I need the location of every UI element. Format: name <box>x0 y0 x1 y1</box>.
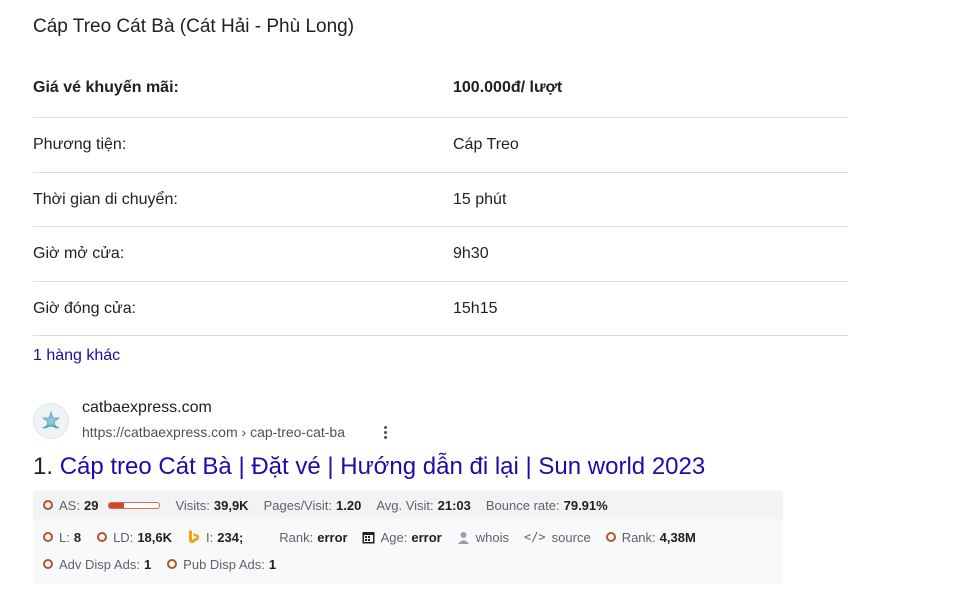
semrush-icon <box>43 532 53 542</box>
seo-row-links: L: 8 LD: 18,6K I: 234; Rank: error Age: error <box>33 523 783 551</box>
result-title: 1. Cáp treo Cát Bà | Đặt vé | Hướng dẫn … <box>33 453 705 481</box>
ld-label: LD: <box>113 529 134 545</box>
semrush-icon <box>43 500 53 510</box>
authority-score[interactable]: AS: 29 <box>43 497 161 513</box>
links-metric[interactable]: L: 8 <box>43 530 81 545</box>
ppv-value: 1.20 <box>336 497 362 513</box>
ld-value: 18,6K <box>137 529 173 545</box>
row-key: Giờ đóng cửa: <box>33 299 137 317</box>
seo-row-ads: Adv Disp Ads: 1 Pub Disp Ads: 1 <box>33 550 783 578</box>
person-icon <box>457 531 469 544</box>
adv-label: Adv Disp Ads: <box>59 556 140 572</box>
pub-disp-ads-metric[interactable]: Pub Disp Ads: 1 <box>167 557 276 572</box>
section-heading: Cáp Treo Cát Bà (Cát Hải - Phù Long) <box>33 16 355 37</box>
bounce-value: 79.91% <box>563 497 608 513</box>
table-row: Phương tiện: Cáp Treo <box>33 118 848 173</box>
rank2-value: 4,38M <box>659 529 696 545</box>
adv-value: 1 <box>143 556 152 572</box>
table-row: Giá vé khuyến mãi: 100.000đ/ lượt <box>33 62 848 118</box>
rank-metric[interactable]: Rank: error <box>279 530 347 545</box>
age-label: Age: <box>380 529 408 545</box>
linking-domains-metric[interactable]: LD: 18,6K <box>97 530 172 545</box>
visits-label: Visits: <box>175 497 210 513</box>
seo-toolbar: AS: 29 Visits: 39,9K Pages/Visit: 1.20 Avg.… <box>33 490 783 584</box>
i-label: I: <box>206 529 214 545</box>
as-value: 29 <box>83 497 99 513</box>
source-label: source <box>551 529 591 545</box>
l-label: L: <box>59 529 70 545</box>
visits-metric[interactable]: Visits: 39,9K <box>175 498 248 513</box>
more-options-icon[interactable] <box>378 424 392 444</box>
row-value: 15 phút <box>453 190 507 208</box>
ppv-label: Pages/Visit: <box>263 497 332 513</box>
table-row: Giờ mở cửa: 9h30 <box>33 227 848 282</box>
site-favicon[interactable] <box>33 403 69 439</box>
starfish-icon <box>41 410 61 430</box>
row-value: Cáp Treo <box>453 136 519 153</box>
info-table: Giá vé khuyến mãi: 100.000đ/ lượt Phương… <box>33 62 848 336</box>
whois-link[interactable]: whois <box>457 530 509 545</box>
semrush-icon <box>167 559 178 569</box>
semrush-icon <box>605 532 616 542</box>
as-label: AS: <box>59 497 80 513</box>
avg-label: Avg. Visit: <box>376 497 434 513</box>
bounce-metric[interactable]: Bounce rate: 79.91% <box>486 498 608 513</box>
visits-value: 39,9K <box>213 497 249 513</box>
pub-label: Pub Disp Ads: <box>183 556 265 572</box>
rank-value: error <box>317 529 348 545</box>
avg-value: 21:03 <box>437 497 471 513</box>
result-number: 1. <box>33 453 54 480</box>
seo-row-traffic: AS: 29 Visits: 39,9K Pages/Visit: 1.20 Avg.… <box>33 491 783 519</box>
authority-bar <box>108 501 161 509</box>
site-name[interactable]: catbaexpress.com <box>82 399 212 417</box>
row-key: Phương tiện: <box>33 136 127 153</box>
rank2-label: Rank: <box>621 529 656 545</box>
whois-label: whois <box>475 529 509 545</box>
i-value: 234; <box>217 529 244 545</box>
table-row: Giờ đóng cửa: 15h15 <box>33 282 848 336</box>
pub-value: 1 <box>268 556 277 572</box>
adv-disp-ads-metric[interactable]: Adv Disp Ads: 1 <box>43 557 151 572</box>
semrush-icon <box>43 559 53 569</box>
calendar-icon <box>362 531 375 543</box>
age-metric[interactable]: Age: error <box>362 530 442 545</box>
row-value: 100.000đ/ lượt <box>453 79 563 96</box>
rank2-metric[interactable]: Rank: 4,38M <box>605 529 696 545</box>
row-value: 9h30 <box>453 245 489 262</box>
authority-bar-fill <box>109 502 124 508</box>
code-icon: </> <box>523 530 546 544</box>
age-value: error <box>411 529 442 545</box>
more-rows-link[interactable]: 1 hàng khác <box>33 347 120 365</box>
avg-visit-metric[interactable]: Avg. Visit: 21:03 <box>376 498 471 513</box>
site-url[interactable]: https://catbaexpress.com › cap-treo-cat-… <box>82 424 345 440</box>
row-key: Giờ mở cửa: <box>33 245 125 262</box>
table-row: Thời gian di chuyển: 15 phút <box>33 173 848 227</box>
rank-label: Rank: <box>279 529 314 545</box>
pages-visit-metric[interactable]: Pages/Visit: 1.20 <box>264 498 362 513</box>
source-link[interactable]: </> source <box>524 530 591 545</box>
l-value: 8 <box>73 529 82 545</box>
row-value: 15h15 <box>453 299 498 317</box>
semrush-icon <box>97 532 108 542</box>
row-key: Thời gian di chuyển: <box>33 190 178 208</box>
row-key: Giá vé khuyến mãi: <box>33 79 179 96</box>
bing-icon <box>189 530 200 544</box>
result-title-link[interactable]: Cáp treo Cát Bà | Đặt vé | Hướng dẫn đi … <box>60 453 706 480</box>
bing-index-metric[interactable]: I: 234; <box>188 530 243 545</box>
bounce-label: Bounce rate: <box>485 497 560 513</box>
